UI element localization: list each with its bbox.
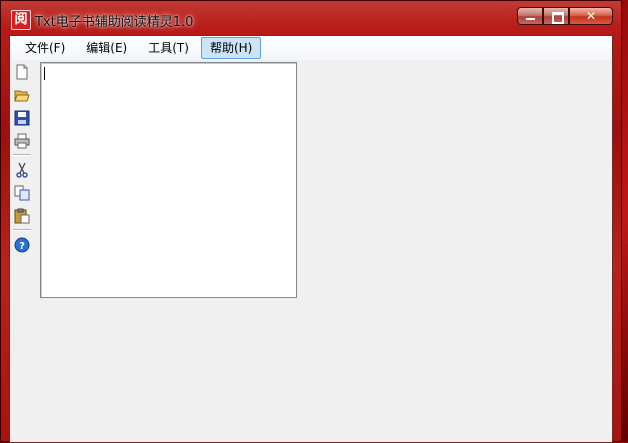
copy-button[interactable] [12,183,32,203]
svg-text:?: ? [19,241,25,252]
app-logo-icon: 阅 [11,10,31,30]
copy-icon [14,185,30,201]
help-button[interactable]: ? [12,235,32,255]
save-icon [14,110,30,126]
menu-help[interactable]: 帮助(H) [200,37,262,59]
open-button[interactable] [12,85,32,105]
window-title: Txt电子书辅助阅读精灵1.0 [35,15,194,30]
print-icon [14,133,30,149]
toolbar-separator [13,229,31,231]
new-file-icon [16,64,28,80]
close-button[interactable]: ✕ [569,7,613,25]
paste-button[interactable] [12,206,32,226]
close-icon: ✕ [585,9,597,23]
menu-tools[interactable]: 工具(T) [139,37,198,59]
print-button[interactable] [12,131,32,151]
maximize-button[interactable] [543,7,569,25]
toolbar: ? [12,62,34,262]
minimize-icon [526,18,535,20]
cut-button[interactable] [12,160,32,180]
client-area: 文件(F) 编辑(E) 工具(T) 帮助(H) ? [9,35,613,443]
caption-buttons: ✕ [517,7,613,27]
menu-edit[interactable]: 编辑(E) [77,37,136,59]
minimize-button[interactable] [517,7,543,25]
maximize-icon [552,12,564,24]
title-bar[interactable]: 阅 Txt电子书辅助阅读精灵1.0 ✕ [1,1,621,35]
paste-icon [14,208,30,224]
text-caret [44,67,45,80]
app-window: 阅 Txt电子书辅助阅读精灵1.0 ✕ 文件(F) 编辑(E) 工具(T) 帮助… [0,0,622,443]
menu-bar: 文件(F) 编辑(E) 工具(T) 帮助(H) [10,36,612,60]
menu-file[interactable]: 文件(F) [16,37,74,59]
help-icon: ? [14,237,30,253]
save-button[interactable] [12,108,32,128]
toolbar-separator [13,154,31,156]
new-file-button[interactable] [12,62,32,82]
text-editor[interactable] [40,62,297,298]
open-folder-icon [14,90,30,102]
cut-icon [16,162,28,178]
